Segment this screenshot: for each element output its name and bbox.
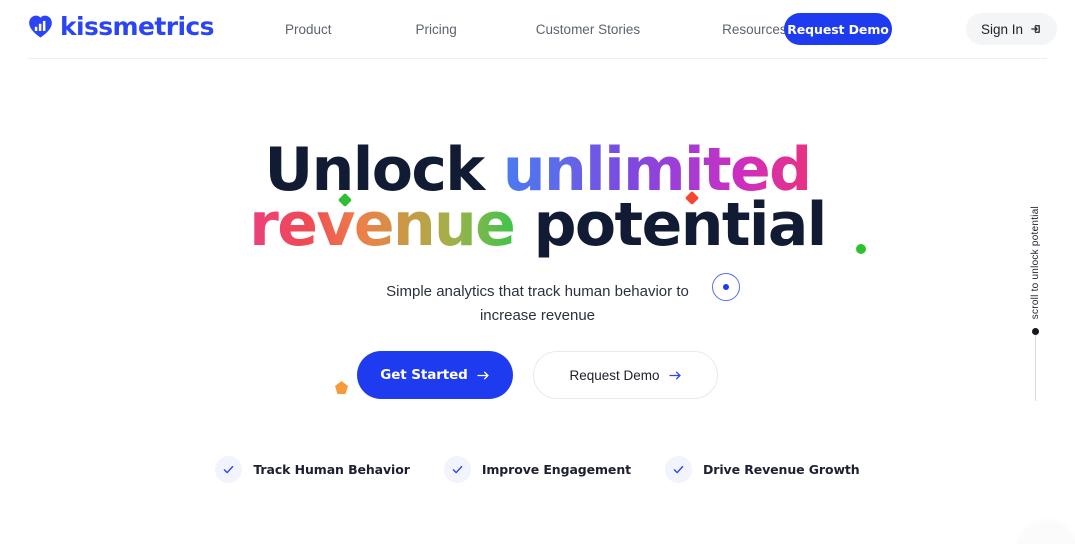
feature-label: Improve Engagement [481,462,631,477]
feature-item-improve-engagement: Improve Engagement [443,456,631,483]
hero-cta-row: Get Started Request Demo [0,351,1075,399]
hero-subtitle-line-2: increase revenue [479,307,596,324]
feature-label: Drive Revenue Growth [703,462,860,477]
hero-section: Unlock unlimited revenue potential Simpl… [0,0,1075,544]
get-started-label: Get Started [380,367,468,383]
headline-word-potential: potential [533,190,828,260]
page-root: kissmetrics Product Pricing Customer Sto… [0,0,1075,544]
orbit-badge-dot [723,284,729,290]
check-icon-wrap [215,456,243,483]
feature-label: Track Human Behavior [253,462,410,477]
scroll-indicator-label: scroll to unlock potential [1029,206,1041,320]
decor-green-dot-icon [856,244,866,254]
feature-item-drive-revenue-growth: Drive Revenue Growth [665,456,860,483]
check-icon-wrap [443,456,471,483]
headline-line-2: revenue potential [0,195,1075,255]
check-icon [224,465,234,474]
check-icon [673,465,684,474]
get-started-button[interactable]: Get Started [357,351,513,399]
feature-item-track-human-behavior: Track Human Behavior [215,456,410,483]
check-icon-wrap [665,456,692,483]
arrow-right-icon [477,371,489,379]
request-demo-label: Request Demo [569,367,660,383]
hero-subtitle-line-1: Simple analytics that track human behavi… [386,283,689,300]
page-title: Unlock unlimited revenue potential [0,140,1075,255]
check-icon [452,465,463,474]
scroll-indicator-line [1034,335,1036,401]
request-demo-button[interactable]: Request Demo [533,351,718,399]
feature-list: Track Human Behavior Improve Engagement … [0,456,1075,483]
arrow-right-icon [668,371,681,379]
scroll-indicator: scroll to unlock potential [1024,206,1046,401]
scroll-indicator-dot [1031,328,1039,336]
hero-subtitle: Simple analytics that track human behavi… [0,280,1075,328]
orbit-badge-icon [712,273,740,301]
headline-word-revenue: revenue [249,190,516,260]
